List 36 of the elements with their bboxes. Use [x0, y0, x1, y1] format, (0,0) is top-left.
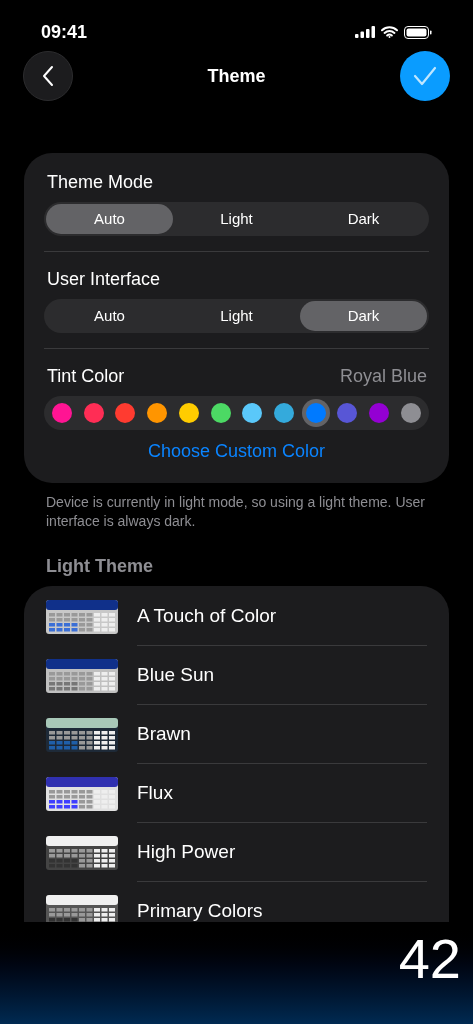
theme-name[interactable]: High Power [137, 837, 236, 867]
custom-color-link[interactable]: Choose Custom Color [147, 438, 326, 465]
segment-tab[interactable]: Auto [46, 301, 173, 331]
done-button[interactable] [400, 51, 450, 101]
theme-name[interactable]: Blue Sun [137, 660, 215, 690]
setting-label: Tint Color [47, 364, 125, 388]
segment-tab[interactable]: Light [173, 301, 300, 331]
setting-label: User Interface [47, 267, 161, 291]
segment-tab[interactable]: Dark [300, 301, 427, 331]
segment-tab[interactable]: Auto [46, 204, 173, 234]
setting-value: Royal Blue [339, 364, 427, 388]
setting-label: Theme Mode [47, 170, 154, 194]
chevron-left-icon [42, 65, 54, 87]
status-time: 09:41 [41, 20, 88, 44]
footnote: Device is currently in light mode, so using a light theme. User interface is always dark. [45, 493, 426, 531]
battery-icon [404, 25, 432, 39]
calculator-thumbnail-drawing [46, 776, 118, 811]
back-button[interactable] [23, 51, 73, 101]
calculator-thumbnail-drawing [46, 717, 118, 752]
theme-name[interactable]: Brawn [137, 719, 191, 749]
signal-icon [355, 26, 375, 38]
color-swatch[interactable] [301, 399, 330, 427]
theme-name[interactable]: Flux [137, 778, 173, 808]
display-value: 42 [398, 926, 461, 992]
nav-title: Theme [207, 64, 266, 88]
theme-name[interactable]: A Touch of Color [137, 601, 277, 631]
theme-name[interactable]: Primary Colors [137, 897, 263, 922]
calculator-thumbnail-drawing [46, 599, 118, 634]
segment-tab[interactable]: Dark [300, 204, 427, 234]
checkmark-icon [413, 66, 437, 86]
segment-tab[interactable]: Light [173, 204, 300, 234]
calculator-thumbnail-drawing [46, 894, 118, 922]
wifi-icon [381, 26, 398, 38]
calculator-thumbnail-drawing [46, 835, 118, 870]
section-header: Light Theme [45, 555, 154, 578]
calculator-thumbnail-drawing [46, 658, 118, 693]
